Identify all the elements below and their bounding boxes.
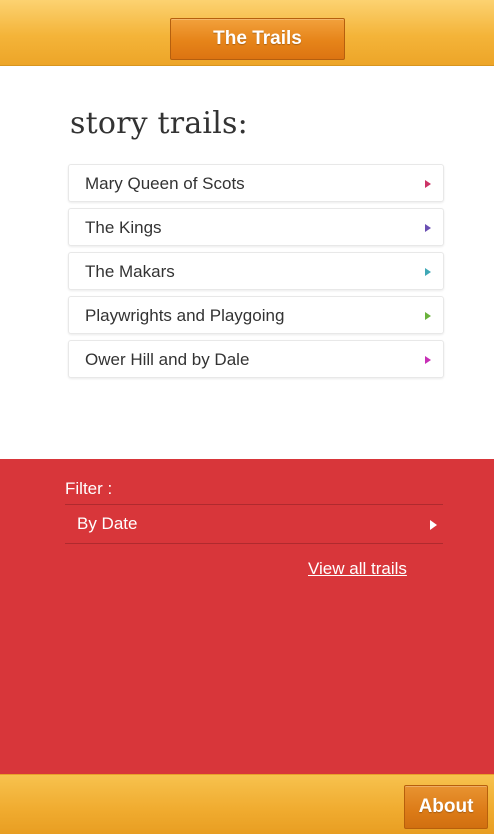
trail-label: Playwrights and Playgoing [85, 306, 285, 325]
filter-panel: Filter : By Date View all trails [0, 459, 494, 774]
trail-label: Ower Hill and by Dale [85, 350, 250, 369]
filter-option-label: By Date [77, 514, 138, 533]
story-trails-heading: story trails: [70, 106, 248, 141]
filter-by-date-option[interactable]: By Date [65, 505, 443, 543]
trail-list: Mary Queen of Scots The Kings The Makars… [68, 164, 444, 384]
trail-label: Mary Queen of Scots [85, 174, 245, 193]
chevron-right-icon [425, 224, 431, 232]
trail-label: The Makars [85, 262, 175, 281]
chevron-right-icon [425, 312, 431, 320]
trail-item-the-kings[interactable]: The Kings [68, 208, 444, 246]
chevron-right-icon [425, 356, 431, 364]
chevron-right-icon [430, 520, 437, 530]
trail-item-mary-queen-of-scots[interactable]: Mary Queen of Scots [68, 164, 444, 202]
trail-label: The Kings [85, 218, 162, 237]
top-bar: The Trails [0, 0, 494, 66]
chevron-right-icon [425, 180, 431, 188]
view-all-trails-link[interactable]: View all trails [308, 559, 407, 579]
bottom-bar: About [0, 774, 494, 834]
filter-divider [65, 543, 443, 544]
trail-item-the-makars[interactable]: The Makars [68, 252, 444, 290]
the-trails-button[interactable]: The Trails [170, 18, 345, 60]
filter-title: Filter : [65, 479, 113, 498]
main-content: story trails: Mary Queen of Scots The Ki… [0, 66, 494, 459]
trail-item-playwrights-and-playgoing[interactable]: Playwrights and Playgoing [68, 296, 444, 334]
about-button[interactable]: About [404, 785, 488, 829]
trail-item-ower-hill-and-by-dale[interactable]: Ower Hill and by Dale [68, 340, 444, 378]
chevron-right-icon [425, 268, 431, 276]
